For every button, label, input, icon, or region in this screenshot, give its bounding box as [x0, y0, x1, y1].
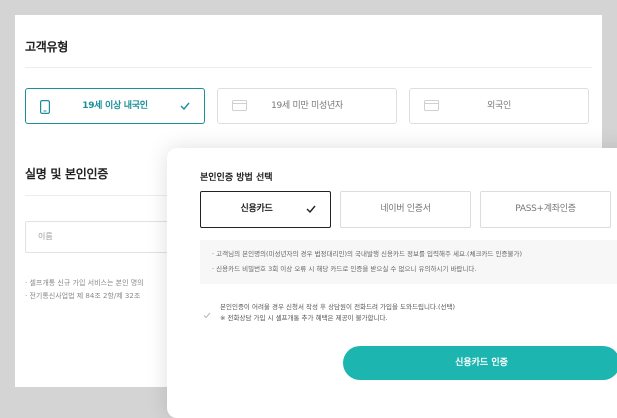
customer-type-adult-domestic[interactable]: 19세 이상 내국인	[25, 88, 205, 124]
customer-type-label: 외국인	[487, 101, 511, 111]
consent-line: 본인인증이 어려울 경우 신청서 작성 후 상담원이 전화드려 가입을 도와드립…	[220, 303, 456, 311]
divider	[25, 67, 592, 68]
consent-text: 본인인증이 어려울 경우 신청서 작성 후 상담원이 전화드려 가입을 도와드립…	[220, 302, 455, 324]
identity-title: 실명 및 본인인증	[25, 167, 108, 181]
check-icon	[180, 102, 190, 113]
auth-method-modal: 본인인증 방법 선택 신용카드 네이버 인증서 PASS+계좌인증 · 고객님의…	[167, 148, 617, 418]
check-icon	[306, 205, 316, 216]
consent-check-icon[interactable]	[203, 304, 211, 323]
method-label: 네이버 인증서	[380, 204, 431, 214]
info-line: · 고객님의 본인명의(미성년자의 경우 법정대리인)의 국내발행 신용카드 정…	[212, 250, 523, 258]
credit-card-auth-button[interactable]: 신용카드 인증	[343, 346, 617, 380]
info-line: · 신용카드 비밀번호 3회 이상 오류 시 해당 카드로 인증을 받으실 수 …	[212, 265, 477, 273]
consent-line: ※ 전화상담 가입 시 셀프개통 추가 혜택은 제공이 불가합니다.	[220, 314, 388, 322]
customer-type-minor[interactable]: 19세 미만 미성년자	[217, 88, 397, 124]
info-box: · 고객님의 본인명의(미성년자의 경우 법정대리인)의 국내발행 신용카드 정…	[200, 240, 617, 284]
customer-type-label: 19세 이상 내국인	[82, 101, 148, 111]
method-label: PASS+계좌인증	[515, 204, 576, 214]
customer-type-title: 고객유형	[25, 40, 68, 54]
credit-card-method-button[interactable]: 신용카드	[200, 191, 331, 228]
customer-type-foreigner[interactable]: 외국인	[409, 88, 589, 124]
pass-account-method-button[interactable]: PASS+계좌인증	[480, 191, 611, 228]
method-label: 신용카드	[240, 204, 273, 214]
modal-title: 본인인증 방법 선택	[200, 173, 273, 183]
customer-type-label: 19세 미만 미성년자	[271, 101, 343, 111]
naver-cert-method-button[interactable]: 네이버 인증서	[340, 191, 471, 228]
